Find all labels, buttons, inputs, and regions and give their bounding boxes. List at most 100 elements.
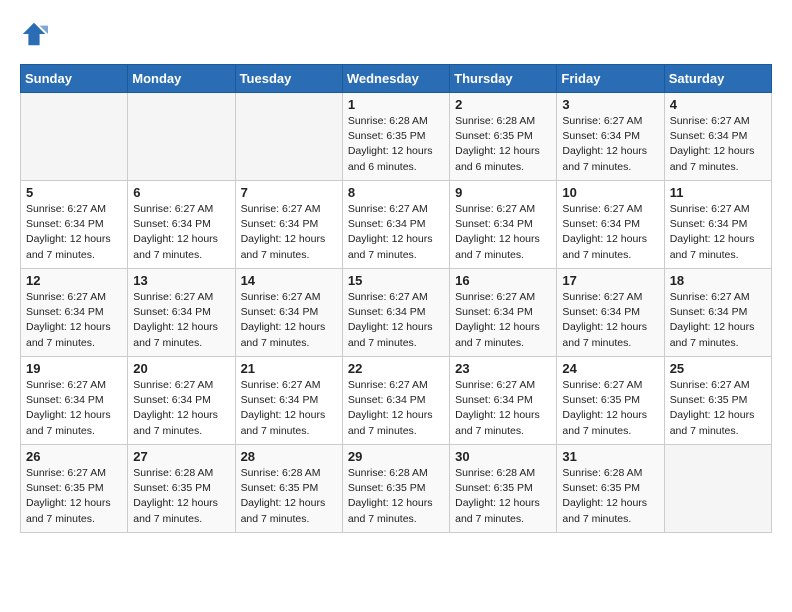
day-number: 11 (670, 185, 766, 200)
calendar-cell: 3 Sunrise: 6:27 AM Sunset: 6:34 PM Daylig… (557, 93, 664, 181)
day-number: 16 (455, 273, 551, 288)
col-header-sunday: Sunday (21, 65, 128, 93)
day-number: 9 (455, 185, 551, 200)
day-content: Sunrise: 6:27 AM Sunset: 6:34 PM Dayligh… (455, 202, 551, 263)
day-number: 27 (133, 449, 229, 464)
day-number: 14 (241, 273, 337, 288)
day-number: 2 (455, 97, 551, 112)
day-number: 6 (133, 185, 229, 200)
day-content: Sunrise: 6:27 AM Sunset: 6:34 PM Dayligh… (455, 290, 551, 351)
day-content: Sunrise: 6:27 AM Sunset: 6:34 PM Dayligh… (26, 202, 122, 263)
day-content: Sunrise: 6:27 AM Sunset: 6:34 PM Dayligh… (562, 202, 658, 263)
day-content: Sunrise: 6:27 AM Sunset: 6:35 PM Dayligh… (26, 466, 122, 527)
calendar-cell: 7 Sunrise: 6:27 AM Sunset: 6:34 PM Daylig… (235, 181, 342, 269)
day-number: 8 (348, 185, 444, 200)
calendar-cell: 16 Sunrise: 6:27 AM Sunset: 6:34 PM Dayli… (450, 269, 557, 357)
day-content: Sunrise: 6:27 AM Sunset: 6:34 PM Dayligh… (241, 378, 337, 439)
day-number: 31 (562, 449, 658, 464)
calendar-cell: 20 Sunrise: 6:27 AM Sunset: 6:34 PM Dayli… (128, 357, 235, 445)
day-number: 10 (562, 185, 658, 200)
calendar-week-1: 1Sunrise: 6:28 AM Sunset: 6:35 PM Daylig… (21, 93, 772, 181)
col-header-thursday: Thursday (450, 65, 557, 93)
calendar-cell: 24 Sunrise: 6:27 AM Sunset: 6:35 PM Dayli… (557, 357, 664, 445)
day-content: Sunrise: 6:27 AM Sunset: 6:34 PM Dayligh… (133, 378, 229, 439)
day-content: Sunrise: 6:27 AM Sunset: 6:34 PM Dayligh… (133, 290, 229, 351)
col-header-saturday: Saturday (664, 65, 771, 93)
calendar-body: 1Sunrise: 6:28 AM Sunset: 6:35 PM Daylig… (21, 93, 772, 533)
day-content: Sunrise: 6:27 AM Sunset: 6:34 PM Dayligh… (241, 202, 337, 263)
calendar-cell: 17 Sunrise: 6:27 AM Sunset: 6:34 PM Dayli… (557, 269, 664, 357)
day-content: Sunrise: 6:27 AM Sunset: 6:34 PM Dayligh… (670, 290, 766, 351)
calendar-cell: 10 Sunrise: 6:27 AM Sunset: 6:34 PM Dayli… (557, 181, 664, 269)
day-number: 5 (26, 185, 122, 200)
calendar-cell: 11Sunrise: 6:27 AM Sunset: 6:34 PM Dayli… (664, 181, 771, 269)
day-number: 25 (670, 361, 766, 376)
calendar-cell (128, 93, 235, 181)
calendar-cell: 15 Sunrise: 6:27 AM Sunset: 6:34 PM Dayli… (342, 269, 449, 357)
calendar-week-5: 26 Sunrise: 6:27 AM Sunset: 6:35 PM Dayli… (21, 445, 772, 533)
calendar-cell: 2 Sunrise: 6:28 AM Sunset: 6:35 PM Daylig… (450, 93, 557, 181)
col-header-tuesday: Tuesday (235, 65, 342, 93)
day-number: 21 (241, 361, 337, 376)
day-content: Sunrise: 6:27 AM Sunset: 6:34 PM Dayligh… (348, 290, 444, 351)
calendar-cell: 22Sunrise: 6:27 AM Sunset: 6:34 PM Dayli… (342, 357, 449, 445)
day-number: 7 (241, 185, 337, 200)
calendar-cell: 13 Sunrise: 6:27 AM Sunset: 6:34 PM Dayli… (128, 269, 235, 357)
col-header-monday: Monday (128, 65, 235, 93)
day-content: Sunrise: 6:27 AM Sunset: 6:34 PM Dayligh… (348, 202, 444, 263)
day-number: 17 (562, 273, 658, 288)
calendar-cell: 4 Sunrise: 6:27 AM Sunset: 6:34 PM Daylig… (664, 93, 771, 181)
calendar-cell: 21 Sunrise: 6:27 AM Sunset: 6:34 PM Dayli… (235, 357, 342, 445)
day-content: Sunrise: 6:28 AM Sunset: 6:35 PM Dayligh… (562, 466, 658, 527)
day-number: 4 (670, 97, 766, 112)
day-content: Sunrise: 6:28 AM Sunset: 6:35 PM Dayligh… (455, 466, 551, 527)
day-number: 22 (348, 361, 444, 376)
day-number: 19 (26, 361, 122, 376)
calendar-header: SundayMondayTuesdayWednesdayThursdayFrid… (21, 65, 772, 93)
day-number: 18 (670, 273, 766, 288)
calendar-cell: 8 Sunrise: 6:27 AM Sunset: 6:34 PM Daylig… (342, 181, 449, 269)
calendar-cell: 27 Sunrise: 6:28 AM Sunset: 6:35 PM Dayli… (128, 445, 235, 533)
day-number: 24 (562, 361, 658, 376)
calendar-cell: 1Sunrise: 6:28 AM Sunset: 6:35 PM Daylig… (342, 93, 449, 181)
day-number: 26 (26, 449, 122, 464)
calendar-cell (235, 93, 342, 181)
day-number: 28 (241, 449, 337, 464)
calendar-cell: 31 Sunrise: 6:28 AM Sunset: 6:35 PM Dayli… (557, 445, 664, 533)
day-content: Sunrise: 6:28 AM Sunset: 6:35 PM Dayligh… (241, 466, 337, 527)
day-content: Sunrise: 6:28 AM Sunset: 6:35 PM Dayligh… (348, 466, 444, 527)
day-content: Sunrise: 6:27 AM Sunset: 6:34 PM Dayligh… (562, 114, 658, 175)
calendar-table: SundayMondayTuesdayWednesdayThursdayFrid… (20, 64, 772, 533)
calendar-week-3: 12Sunrise: 6:27 AM Sunset: 6:34 PM Dayli… (21, 269, 772, 357)
day-content: Sunrise: 6:28 AM Sunset: 6:35 PM Dayligh… (348, 114, 444, 175)
calendar-cell: 6Sunrise: 6:27 AM Sunset: 6:34 PM Daylig… (128, 181, 235, 269)
day-content: Sunrise: 6:28 AM Sunset: 6:35 PM Dayligh… (455, 114, 551, 175)
day-content: Sunrise: 6:27 AM Sunset: 6:34 PM Dayligh… (670, 114, 766, 175)
day-content: Sunrise: 6:27 AM Sunset: 6:34 PM Dayligh… (26, 378, 122, 439)
day-content: Sunrise: 6:28 AM Sunset: 6:35 PM Dayligh… (133, 466, 229, 527)
col-header-friday: Friday (557, 65, 664, 93)
calendar-cell: 12Sunrise: 6:27 AM Sunset: 6:34 PM Dayli… (21, 269, 128, 357)
day-number: 23 (455, 361, 551, 376)
calendar-cell: 25 Sunrise: 6:27 AM Sunset: 6:35 PM Dayli… (664, 357, 771, 445)
calendar-cell: 5 Sunrise: 6:27 AM Sunset: 6:34 PM Daylig… (21, 181, 128, 269)
calendar-cell: 29Sunrise: 6:28 AM Sunset: 6:35 PM Dayli… (342, 445, 449, 533)
day-content: Sunrise: 6:27 AM Sunset: 6:35 PM Dayligh… (670, 378, 766, 439)
day-content: Sunrise: 6:27 AM Sunset: 6:34 PM Dayligh… (562, 290, 658, 351)
logo-icon (20, 20, 48, 48)
calendar-cell: 19 Sunrise: 6:27 AM Sunset: 6:34 PM Dayli… (21, 357, 128, 445)
day-number: 20 (133, 361, 229, 376)
calendar-cell: 26 Sunrise: 6:27 AM Sunset: 6:35 PM Dayli… (21, 445, 128, 533)
day-content: Sunrise: 6:27 AM Sunset: 6:34 PM Dayligh… (26, 290, 122, 351)
calendar-cell: 14Sunrise: 6:27 AM Sunset: 6:34 PM Dayli… (235, 269, 342, 357)
col-header-wednesday: Wednesday (342, 65, 449, 93)
day-number: 30 (455, 449, 551, 464)
day-content: Sunrise: 6:27 AM Sunset: 6:35 PM Dayligh… (562, 378, 658, 439)
day-number: 15 (348, 273, 444, 288)
calendar-cell: 23Sunrise: 6:27 AM Sunset: 6:34 PM Dayli… (450, 357, 557, 445)
day-number: 13 (133, 273, 229, 288)
calendar-cell: 28 Sunrise: 6:28 AM Sunset: 6:35 PM Dayli… (235, 445, 342, 533)
calendar-cell: 18 Sunrise: 6:27 AM Sunset: 6:34 PM Dayli… (664, 269, 771, 357)
day-number: 3 (562, 97, 658, 112)
calendar-cell: 9 Sunrise: 6:27 AM Sunset: 6:34 PM Daylig… (450, 181, 557, 269)
